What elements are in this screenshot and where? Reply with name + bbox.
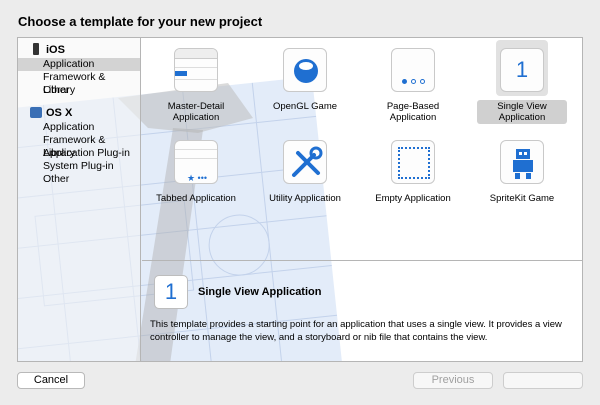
template-label: Single View Application — [477, 100, 567, 124]
sidebar-group-os-x: OS X — [18, 105, 140, 121]
template-spritekit[interactable]: SpriteKit Game — [476, 132, 568, 218]
sidebar-group-label: iOS — [46, 44, 65, 56]
empty-frame-icon — [391, 140, 435, 184]
template-utility[interactable]: Utility Application — [259, 132, 351, 218]
template-empty[interactable]: Empty Application — [367, 132, 459, 218]
template-category-sidebar: iOS Application Framework & Library Othe… — [18, 38, 141, 361]
template-grid: Master-Detail Application OpenGL Game Pa… — [142, 38, 582, 261]
detail-description: This template provides a starting point … — [150, 319, 562, 343]
opengl-icon — [283, 48, 327, 92]
template-detail: 1 Single View Application This template … — [142, 262, 582, 361]
template-label: SpriteKit Game — [489, 193, 555, 204]
tab-bar-icon: ★ ••• — [174, 140, 218, 184]
cancel-button[interactable]: Cancel — [17, 372, 85, 389]
os-x-icon — [30, 106, 42, 120]
template-label: Page-Based Application — [386, 101, 440, 123]
template-master-detail[interactable]: Master-Detail Application — [150, 40, 242, 126]
iphone-icon — [30, 43, 42, 57]
sidebar-item-osx-framework-library[interactable]: Framework & Library — [18, 134, 140, 159]
template-label: Master-Detail Application — [167, 101, 225, 123]
sprite-robot-icon — [500, 140, 544, 184]
tools-icon — [283, 140, 327, 184]
sidebar-item-osx-application[interactable]: Application — [18, 121, 140, 134]
previous-button[interactable]: Previous — [413, 372, 493, 389]
template-label: Utility Application — [269, 193, 341, 204]
sidebar-item-osx-application-plugin[interactable]: Application Plug-in — [18, 147, 140, 160]
sidebar-item-osx-other[interactable]: Other — [18, 173, 140, 186]
next-button[interactable] — [503, 372, 583, 389]
sidebar-group-ios: iOS — [18, 42, 140, 58]
page-dots-icon — [391, 48, 435, 92]
sidebar-item-ios-application[interactable]: Application — [18, 58, 140, 71]
template-single-view[interactable]: 1 Single View Application — [476, 40, 568, 126]
sidebar-item-ios-other[interactable]: Other — [18, 84, 140, 97]
template-label: Empty Application — [375, 193, 451, 204]
template-tabbed[interactable]: ★ ••• Tabbed Application — [150, 132, 242, 218]
sidebar-item-osx-system-plugin[interactable]: System Plug-in — [18, 160, 140, 173]
template-chooser-panel: iOS Application Framework & Library Othe… — [17, 37, 583, 362]
template-opengl-game[interactable]: OpenGL Game — [259, 40, 351, 126]
template-page-based[interactable]: Page-Based Application — [367, 40, 459, 126]
template-label: Tabbed Application — [156, 193, 236, 204]
detail-title: Single View Application — [198, 286, 322, 298]
sidebar-item-ios-framework-library[interactable]: Framework & Library — [18, 71, 140, 96]
dialog-title: Choose a template for your new project — [18, 14, 263, 29]
master-detail-icon — [174, 48, 218, 92]
single-view-icon: 1 — [500, 48, 544, 92]
template-label: OpenGL Game — [272, 101, 338, 112]
single-view-icon: 1 — [154, 275, 188, 309]
sidebar-group-label: OS X — [46, 107, 73, 119]
